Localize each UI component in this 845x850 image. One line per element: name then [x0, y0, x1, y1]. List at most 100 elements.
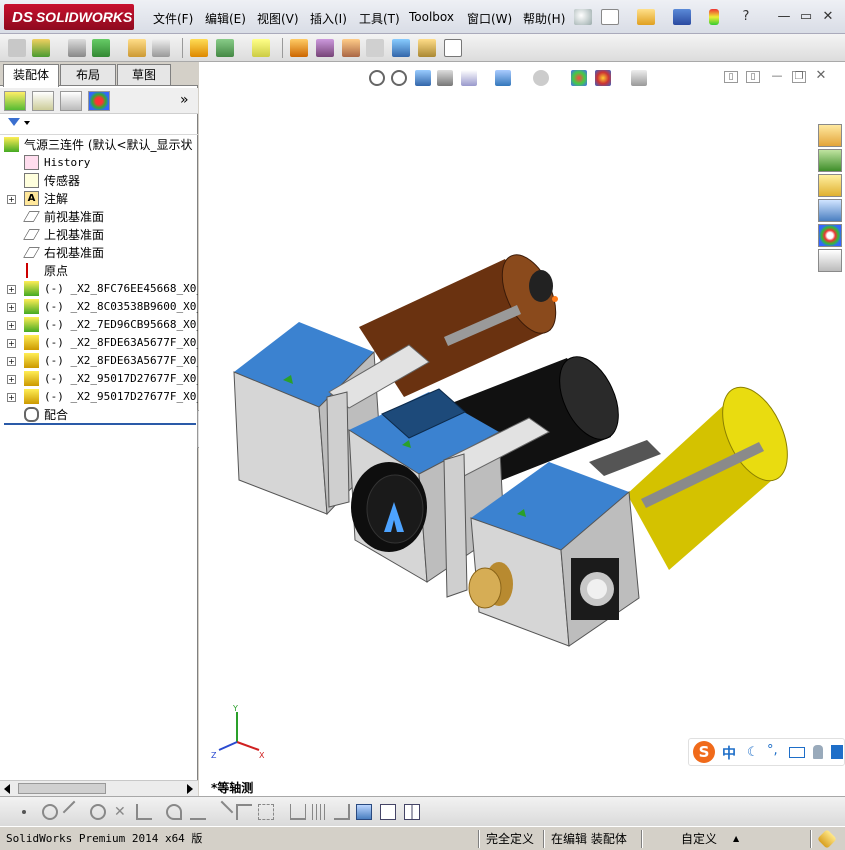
- menu-toolbox[interactable]: Toolbox: [409, 10, 454, 24]
- regulator-knob[interactable]: [351, 462, 427, 552]
- mate-icon[interactable]: [68, 39, 86, 57]
- minimize-button[interactable]: —: [775, 8, 793, 26]
- chevron-down-icon[interactable]: [24, 121, 30, 125]
- insert-component-icon[interactable]: [32, 39, 50, 57]
- explode-line-icon[interactable]: [366, 39, 384, 57]
- close-button[interactable]: ✕: [819, 8, 837, 26]
- tree-item-component[interactable]: + (-) _X2_8FDE63A5677F_X0_<: [0, 334, 198, 352]
- punctuation-icon[interactable]: °,: [767, 743, 778, 758]
- scroll-left-icon[interactable]: [4, 784, 10, 794]
- horizontal-scrollbar[interactable]: [0, 780, 198, 796]
- assembly-features-icon[interactable]: [216, 39, 234, 57]
- corner-icon[interactable]: [236, 804, 252, 820]
- tab-assembly[interactable]: 装配体: [3, 64, 59, 87]
- tree-item-history[interactable]: History: [0, 154, 198, 172]
- expand-icon[interactable]: +: [7, 321, 16, 330]
- instant3d-icon[interactable]: [444, 39, 462, 57]
- tag-icon[interactable]: [817, 829, 837, 849]
- circle-icon[interactable]: [42, 804, 58, 820]
- save-icon[interactable]: [673, 9, 691, 25]
- expand-icon[interactable]: +: [7, 357, 16, 366]
- tree-item-origin[interactable]: 原点: [0, 262, 198, 280]
- linear-pattern-icon[interactable]: [92, 39, 110, 57]
- tab-sketch[interactable]: 草图: [117, 64, 171, 85]
- tree-filter[interactable]: [0, 115, 198, 135]
- scrollbar-thumb[interactable]: [18, 783, 106, 794]
- smart-dimension-icon[interactable]: [290, 804, 306, 820]
- tree-item-mates[interactable]: 配合: [0, 406, 198, 424]
- moon-icon[interactable]: ☾: [747, 745, 759, 760]
- menu-view[interactable]: 视图(V): [257, 10, 299, 27]
- tree-item-right-plane[interactable]: 右视基准面: [0, 244, 198, 262]
- edit-component-icon[interactable]: [8, 39, 26, 57]
- scroll-right-icon[interactable]: [187, 784, 193, 794]
- configurationmanager-tab-icon[interactable]: [60, 91, 82, 111]
- expand-icon[interactable]: +: [7, 285, 16, 294]
- exploded-view-icon[interactable]: [342, 39, 360, 57]
- open-folder-icon[interactable]: [637, 9, 655, 25]
- new-motion-study-icon[interactable]: [290, 39, 308, 57]
- construction-geometry-icon[interactable]: [258, 804, 274, 820]
- new-document-icon[interactable]: [601, 9, 619, 25]
- tree-item-annotations[interactable]: + A 注解: [0, 190, 198, 208]
- offset-icon[interactable]: [190, 804, 206, 820]
- point-icon[interactable]: [22, 810, 26, 814]
- expand-icon[interactable]: +: [7, 339, 16, 348]
- tree-item-top-plane[interactable]: 上视基准面: [0, 226, 198, 244]
- unit-system-menu-icon[interactable]: ▲: [733, 830, 739, 848]
- expand-icon[interactable]: +: [7, 393, 16, 402]
- tree-item-component[interactable]: + (-) _X2_8C03538B9600_X0_<: [0, 298, 198, 316]
- menu-file[interactable]: 文件(F): [153, 10, 193, 27]
- skin-icon[interactable]: [831, 745, 843, 759]
- split-view-icon[interactable]: [404, 804, 420, 820]
- expand-icon[interactable]: +: [7, 375, 16, 384]
- tree-item-component[interactable]: + (-) _X2_8FDE63A5677F_X0_<: [0, 352, 198, 370]
- menu-insert[interactable]: 插入(I): [310, 10, 347, 27]
- relation-icon[interactable]: [334, 804, 350, 820]
- reference-geometry-icon[interactable]: [252, 39, 270, 57]
- arc-icon[interactable]: [90, 804, 106, 820]
- user-icon[interactable]: [813, 745, 823, 759]
- grid-icon[interactable]: [312, 804, 328, 820]
- keyboard-icon[interactable]: [789, 747, 805, 758]
- line-icon[interactable]: [62, 800, 86, 824]
- displaymanager-tab-icon[interactable]: [88, 91, 110, 111]
- spline-icon[interactable]: [166, 804, 182, 820]
- trim-icon[interactable]: ✕: [114, 804, 130, 820]
- ime-toolbar[interactable]: S 中 ☾ °,: [688, 738, 845, 766]
- rollback-bar[interactable]: [4, 423, 196, 425]
- filter-icon[interactable]: [8, 118, 20, 126]
- ime-mode-chinese[interactable]: 中: [722, 743, 736, 763]
- unit-system[interactable]: 自定义: [681, 830, 717, 848]
- assembly-model-render[interactable]: [199, 62, 845, 796]
- more-tabs-button[interactable]: »: [180, 92, 189, 108]
- angle-icon[interactable]: [136, 804, 152, 820]
- tree-item-sensors[interactable]: 传感器: [0, 172, 198, 190]
- tree-item-component[interactable]: + (-) _X2_95017D27677F_X0_<: [0, 388, 198, 406]
- menu-tools[interactable]: 工具(T): [359, 10, 400, 27]
- graphics-area[interactable]: ▯ ▯ — ❐ ✕ Y X Z *等轴测: [199, 62, 845, 796]
- solidworks-logo[interactable]: DS SOLIDWORKS: [4, 4, 134, 30]
- tree-item-component[interactable]: + (-) _X2_7ED96CB95668_X0_<: [0, 316, 198, 334]
- featuremanager-tab-icon[interactable]: [4, 91, 26, 111]
- menu-help[interactable]: 帮助(H): [523, 10, 565, 27]
- pin-icon[interactable]: [574, 9, 592, 25]
- restore-button[interactable]: ▭: [797, 8, 815, 26]
- tree-item-component[interactable]: + (-) _X2_8FC76EE45668_X0_<: [0, 280, 198, 298]
- smart-fasteners-icon[interactable]: [128, 39, 146, 57]
- tab-layout[interactable]: 布局: [60, 64, 116, 85]
- menu-edit[interactable]: 编辑(E): [205, 10, 246, 27]
- move-component-icon[interactable]: [152, 39, 170, 57]
- bill-of-materials-icon[interactable]: [316, 39, 334, 57]
- shaded-view-icon[interactable]: [356, 804, 372, 820]
- expand-icon[interactable]: +: [7, 303, 16, 312]
- menu-window[interactable]: 窗口(W): [467, 10, 512, 27]
- rebuild-icon[interactable]: [709, 9, 719, 25]
- tree-root[interactable]: 气源三连件 (默认<默认_显示状: [0, 136, 198, 154]
- single-view-icon[interactable]: [380, 804, 396, 820]
- expand-icon[interactable]: +: [7, 195, 16, 204]
- clearance-verification-icon[interactable]: [418, 39, 436, 57]
- tree-item-component[interactable]: + (-) _X2_95017D27677F_X0_<: [0, 370, 198, 388]
- help-icon[interactable]: ?: [737, 8, 755, 26]
- propertymanager-tab-icon[interactable]: [32, 91, 54, 111]
